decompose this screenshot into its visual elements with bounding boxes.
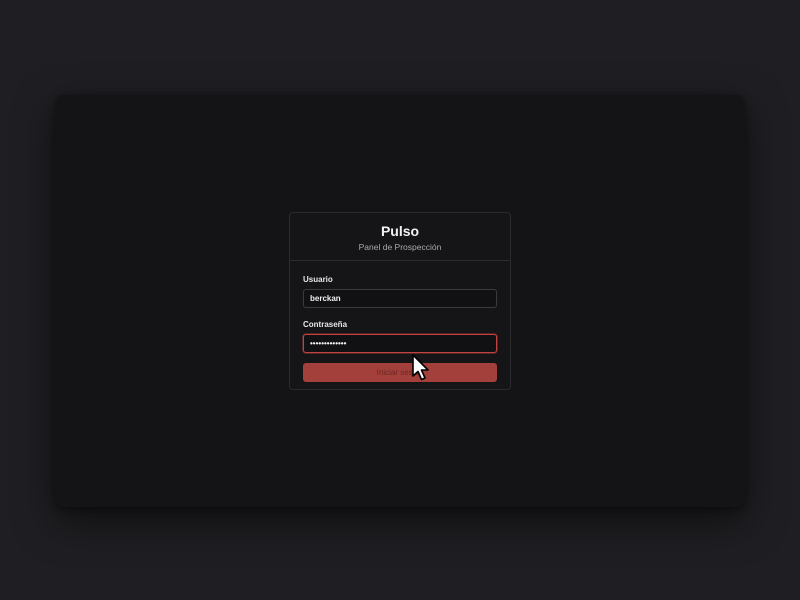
username-label: Usuario	[303, 275, 333, 284]
username-input[interactable]	[303, 289, 497, 308]
app-window: Pulso Panel de Prospección Usuario Contr…	[55, 95, 745, 507]
app-subtitle: Panel de Prospección	[358, 242, 442, 252]
password-label: Contraseña	[303, 320, 348, 329]
card-header: Pulso Panel de Prospección	[290, 213, 510, 261]
login-form: Usuario Contraseña Iniciar sesión	[290, 261, 510, 382]
password-input[interactable]	[303, 334, 497, 353]
login-card: Pulso Panel de Prospección Usuario Contr…	[289, 212, 511, 390]
login-button[interactable]: Iniciar sesión	[303, 363, 497, 382]
cursor-icon	[412, 354, 429, 381]
app-title: Pulso	[380, 223, 420, 239]
